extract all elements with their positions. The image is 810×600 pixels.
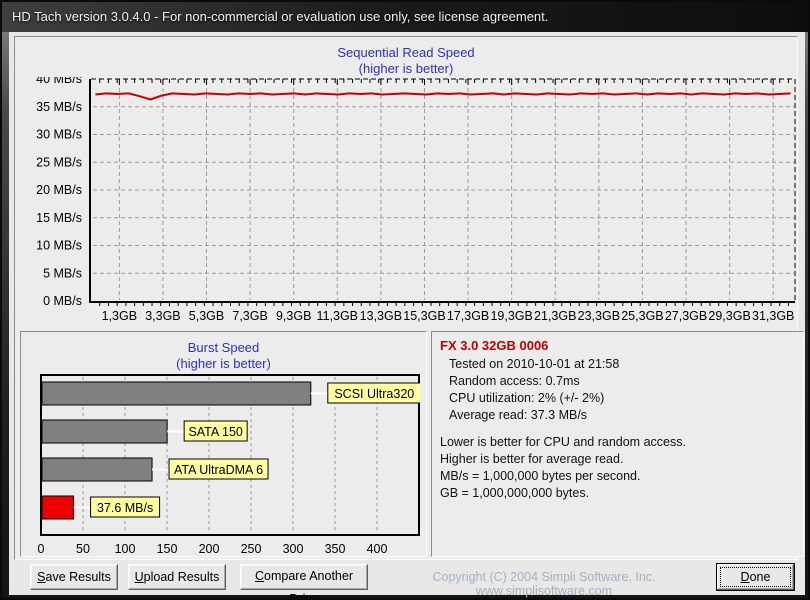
sequential-chart-subtitle: (higher is better)	[358, 61, 454, 76]
drive-info-content: FX 3.0 32GB 0006 Tested on 2010-10-01 at…	[432, 332, 803, 508]
save-results-button[interactable]: Save Results	[30, 564, 118, 590]
compare-another-drive-button[interactable]: Compare Another Drive	[240, 564, 368, 598]
info-gap	[440, 424, 795, 434]
burst-speed-chart: SCSI Ultra320 SATA 150 ATA UltraDMA 6 37.6 …	[38, 374, 420, 556]
x-tick-label: 25,3GB	[621, 309, 663, 323]
x-tick-label: 19,3GB	[490, 309, 532, 323]
info-notes-list: Lower is better for CPU and random acces…	[440, 434, 795, 502]
done-button[interactable]: Done	[716, 563, 795, 591]
y-tick-label: 40 MB/s	[36, 77, 82, 86]
info-note-line: GB = 1,000,000,000 bytes.	[440, 486, 590, 500]
burst-speed-panel: Burst Speed (higher is better) SCSI Ultr…	[20, 331, 427, 557]
burst-x-tick-label: 350	[325, 542, 346, 556]
drive-stat-line: Average read: 37.3 MB/s	[449, 408, 588, 422]
y-tick-label: 5 MB/s	[43, 266, 82, 280]
burst-bar	[41, 495, 75, 520]
burst-x-tick-label: 0	[38, 542, 45, 556]
y-tick-label: 25 MB/s	[36, 155, 82, 169]
drive-stat-line: CPU utilization: 2% (+/- 2%)	[449, 391, 605, 405]
y-tick-label: 10 MB/s	[36, 239, 82, 253]
drive-stat-line: Random access: 0.7ms	[449, 374, 580, 388]
burst-chart-title: Burst Speed	[187, 340, 260, 355]
x-tick-label: 9,3GB	[276, 309, 311, 323]
drive-stats-list: Tested on 2010-10-01 at 21:58 Random acce…	[440, 356, 795, 424]
info-note-line: Lower is better for CPU and random acces…	[440, 435, 686, 449]
burst-x-tick-label: 200	[199, 542, 220, 556]
upload-results-button[interactable]: Upload Results	[128, 564, 226, 590]
y-tick-label: 35 MB/s	[36, 100, 82, 114]
bar-label-text: SCSI Ultra320	[334, 387, 414, 401]
sequential-read-panel: Sequential Read Speed (higher is better)…	[14, 36, 804, 560]
info-note-line: MB/s = 1,000,000 bytes per second.	[440, 469, 641, 483]
x-tick-label: 5,3GB	[189, 309, 224, 323]
burst-bar	[41, 381, 312, 406]
y-tick-label: 20 MB/s	[36, 183, 82, 197]
drive-info-panel: FX 3.0 32GB 0006 Tested on 2010-10-01 at…	[431, 331, 804, 557]
burst-chart-subtitle: (higher is better)	[176, 356, 271, 371]
x-tick-label: 31,3GB	[752, 309, 794, 323]
sequential-read-chart: 40 MB/s 35 MB/s 30 MB/s 25 MB/s 20 MB/s 15 MB…	[36, 77, 796, 323]
x-tick-label: 27,3GB	[665, 309, 707, 323]
bar-label-text: SATA 150	[188, 425, 242, 439]
window-title: HD Tach version 3.0.4.0 - For non-commer…	[12, 9, 549, 24]
x-tick-label: 15,3GB	[403, 309, 445, 323]
drive-stat-line: Tested on 2010-10-01 at 21:58	[449, 357, 620, 371]
x-tick-label: 21,3GB	[534, 309, 576, 323]
window-titlebar[interactable]: HD Tach version 3.0.4.0 - For non-commer…	[2, 2, 808, 32]
copyright-text: Copyright (C) 2004 Simpli Software, Inc.…	[432, 570, 656, 598]
y-tick-label: 15 MB/s	[36, 211, 82, 225]
burst-bar	[41, 419, 168, 444]
x-tick-label: 7,3GB	[232, 309, 267, 323]
x-tick-label: 17,3GB	[447, 309, 489, 323]
client-area: Sequential Read Speed (higher is better)…	[9, 32, 805, 598]
y-tick-label: 0 MB/s	[43, 294, 82, 308]
drive-name: FX 3.0 32GB 0006	[440, 338, 549, 353]
x-tick-label: 1,3GB	[102, 309, 137, 323]
x-tick-label: 23,3GB	[578, 309, 620, 323]
burst-bar	[41, 457, 153, 482]
burst-x-tick-label: 300	[283, 542, 304, 556]
burst-x-tick-label: 250	[241, 542, 262, 556]
x-tick-label: 29,3GB	[708, 309, 750, 323]
burst-x-tick-label: 100	[115, 542, 136, 556]
burst-x-tick-label: 400	[367, 542, 388, 556]
sequential-chart-title: Sequential Read Speed	[337, 45, 475, 60]
x-tick-label: 13,3GB	[360, 309, 402, 323]
bar-label-text: ATA UltraDMA 6	[174, 463, 263, 477]
burst-x-tick-label: 50	[76, 542, 90, 556]
bar-label-text: 37.6 MB/s	[97, 501, 153, 515]
x-tick-label: 3,3GB	[145, 309, 180, 323]
info-note-line: Higher is better for average read.	[440, 452, 624, 466]
hd-tach-window: HD Tach version 3.0.4.0 - For non-commer…	[0, 0, 810, 600]
x-tick-label: 11,3GB	[317, 309, 358, 323]
y-tick-label: 30 MB/s	[36, 128, 82, 142]
burst-x-tick-label: 150	[157, 542, 178, 556]
